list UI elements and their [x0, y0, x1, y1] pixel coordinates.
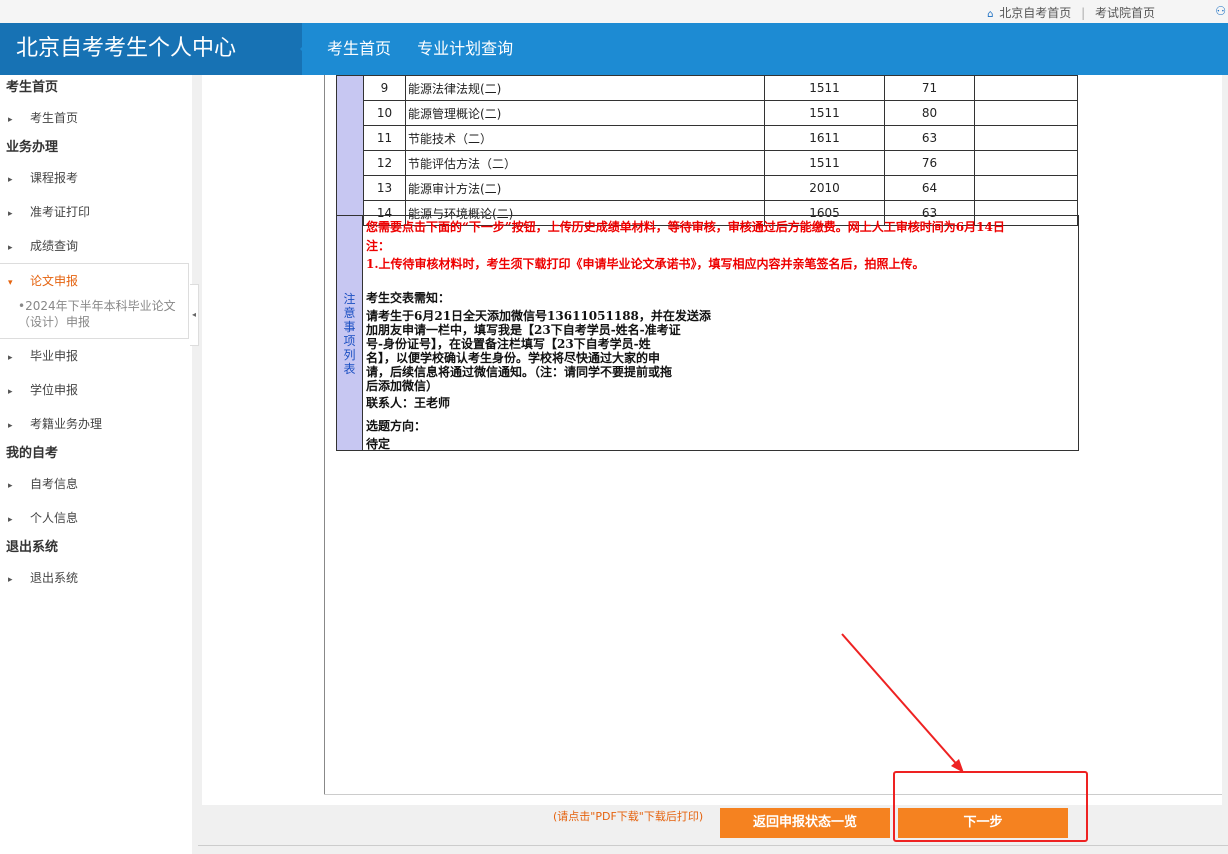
sidebar-section-business: 业务办理 — [6, 140, 59, 155]
remark-cell — [974, 150, 1078, 176]
sidebar: 考生首页 ▸ 考生首页 业务办理 ▸ 课程报考 ▸ 准考证打印 ▸ 成绩查询 ▾ 论文申报… — [0, 75, 192, 854]
remark-cell — [974, 75, 1078, 101]
link-beijing-zikao-home[interactable]: 北京自考首页 — [999, 6, 1071, 20]
grades-side-label — [336, 75, 364, 226]
topic-value: 待定 — [366, 437, 391, 451]
score-cell: 76 — [884, 150, 975, 176]
chevron-right-icon: ▸ — [8, 243, 13, 253]
notes-panel: 您需要点击下面的“下一步”按钮，上传历史成绩单材料，等待审核，审核通过后方能缴费… — [362, 215, 1079, 451]
course-name-cell: 能源法律法规(二) — [405, 75, 765, 101]
sidebar-section-exit: 退出系统 — [6, 540, 59, 555]
submission-body-line: 加朋友申请一栏中，填写我是【23下自考学员-姓名-准考证 — [366, 323, 681, 337]
course-number-cell: 10 — [363, 100, 406, 126]
link-exam-institute-home[interactable]: 考试院首页 — [1095, 6, 1155, 20]
sidebar-item-zikao-info[interactable]: ▸ 自考信息 — [0, 467, 192, 501]
sidebar-item-score-query[interactable]: ▸ 成绩查询 — [0, 229, 192, 263]
remark-cell — [974, 125, 1078, 151]
table-row: 11 节能技术（二） 1611 63 — [337, 125, 1078, 151]
submission-body: 请考生于6月21日全天添加微信号13611051188，并在发送添 加朋友申请一… — [366, 309, 711, 393]
user-icon[interactable]: ⚇ — [1215, 4, 1226, 18]
sidebar-active-group: ▾ 论文申报 •2024年下半年本科毕业论文（设计）申报 — [0, 263, 189, 339]
sidebar-item-logout[interactable]: ▸ 退出系统 — [0, 561, 192, 595]
grades-table: 9 能源法律法规(二) 1511 71 10 能源管理概论(二) 1511 80 11 节能技术（… — [336, 75, 1078, 226]
chevron-right-icon: ▸ — [8, 353, 13, 363]
course-number-cell: 12 — [363, 150, 406, 176]
chevron-down-icon: ▾ — [8, 278, 13, 288]
course-number-cell: 9 — [363, 75, 406, 101]
score-cell: 63 — [884, 125, 975, 151]
course-number-cell: 13 — [363, 175, 406, 201]
submission-body-line: 后添加微信） — [366, 379, 439, 393]
site-title: 北京自考考生个人中心 — [0, 23, 302, 75]
chevron-right-icon: ▸ — [8, 575, 13, 585]
chevron-right-icon: ▸ — [8, 175, 13, 185]
notice-line-1: 您需要点击下面的“下一步”按钮，上传历史成绩单材料，等待审核，审核通过后方能缴费… — [366, 220, 1005, 234]
notice-line-3: 1.上传待审核材料时，考生须下载打印《申请毕业论文承诺书》，填写相应内容并亲笔签… — [366, 257, 925, 271]
home-icon: ⌂ — [987, 9, 994, 20]
exam-session-cell: 1611 — [764, 125, 885, 151]
link-separator: | — [1081, 6, 1086, 20]
submission-body-line: 请，后续信息将通过微信通知。（注：请同学不要提前或拖 — [366, 365, 673, 379]
sidebar-item-admission-ticket[interactable]: ▸ 准考证打印 — [0, 195, 192, 229]
exam-session-cell: 1511 — [764, 100, 885, 126]
nav-student-home[interactable]: 考生首页 — [327, 39, 391, 58]
top-utility-bar: ⌂ 北京自考首页 | 考试院首页 ⚇ — [0, 0, 1228, 24]
sidebar-item-personal-info[interactable]: ▸ 个人信息 — [0, 501, 192, 535]
back-to-status-button[interactable]: 返回申报状态一览 — [720, 808, 890, 838]
sidebar-collapse-toggle[interactable]: ◂ — [190, 284, 199, 346]
sidebar-section-student-home: 考生首页 — [6, 80, 59, 95]
chevron-right-icon: ▸ — [8, 209, 13, 219]
sidebar-item-thesis-application[interactable]: ▾ 论文申报 — [0, 264, 188, 298]
next-step-button[interactable]: 下一步 — [898, 808, 1068, 838]
chevron-right-icon: ▸ — [8, 387, 13, 397]
remark-cell — [974, 175, 1078, 201]
table-row: 10 能源管理概论(二) 1511 80 — [337, 100, 1078, 126]
table-row: 12 节能评估方法（二） 1511 76 — [337, 150, 1078, 176]
course-name-cell: 节能评估方法（二） — [405, 150, 765, 176]
header: 北京自考考生个人中心 考生首页 专业计划查询 — [0, 23, 1228, 75]
content-bottom-divider — [324, 794, 1222, 795]
top-links: ⌂ 北京自考首页 | 考试院首页 — [987, 4, 1155, 21]
pdf-download-hint: (请点击"PDF下载"下载后打印) — [553, 810, 704, 823]
exam-session-cell: 1511 — [764, 150, 885, 176]
table-row: 13 能源审计方法(二) 2010 64 — [337, 175, 1078, 201]
submission-body-line: 请考生于6月21日全天添加微信号13611051188，并在发送添 — [366, 309, 711, 323]
chevron-right-icon: ▸ — [8, 481, 13, 491]
submission-heading: 考生交表需知： — [366, 291, 451, 305]
submission-body-line: 名】，以便学校确认考生身份。学校将尽快通过大家的申 — [366, 351, 661, 365]
remark-cell — [974, 100, 1078, 126]
score-cell: 64 — [884, 175, 975, 201]
sidebar-section-my-zikao: 我的自考 — [6, 446, 59, 461]
main-content: 9 能源法律法规(二) 1511 71 10 能源管理概论(二) 1511 80 11 节能技术（… — [202, 75, 1222, 805]
submission-body-line: 号-身份证号】，在设置备注栏填写【23下自考学员-姓 — [366, 337, 651, 351]
course-number-cell: 11 — [363, 125, 406, 151]
nav-major-plan-query[interactable]: 专业计划查询 — [417, 39, 513, 58]
notice-line-2: 注： — [366, 239, 391, 253]
footer-bar: (请点击"PDF下载"下载后打印) 返回申报状态一览 下一步 — [192, 805, 1228, 854]
brand-notch — [300, 41, 308, 57]
chevron-right-icon: ▸ — [8, 421, 13, 431]
sidebar-subitem-thesis-2024[interactable]: •2024年下半年本科毕业论文（设计）申报 — [0, 298, 188, 338]
main-nav: 考生首页 专业计划查询 — [327, 23, 535, 75]
course-name-cell: 能源管理概论(二) — [405, 100, 765, 126]
sidebar-item-degree-application[interactable]: ▸ 学位申报 — [0, 373, 192, 407]
sidebar-item-student-home[interactable]: ▸ 考生首页 — [0, 101, 192, 135]
topic-label: 选题方向： — [366, 419, 427, 433]
score-cell: 71 — [884, 75, 975, 101]
table-row: 9 能源法律法规(二) 1511 71 — [336, 75, 1078, 226]
course-name-cell: 能源审计方法(二) — [405, 175, 765, 201]
score-cell: 80 — [884, 100, 975, 126]
sidebar-item-registry-business[interactable]: ▸ 考籍业务办理 — [0, 407, 192, 441]
contact-person: 联系人：王老师 — [366, 396, 451, 410]
chevron-right-icon: ▸ — [8, 115, 13, 125]
footer-divider — [198, 845, 1228, 846]
sidebar-item-graduation-application[interactable]: ▸ 毕业申报 — [0, 339, 192, 373]
chevron-right-icon: ▸ — [8, 515, 13, 525]
notes-side-label: 注意事项列表 — [336, 215, 363, 451]
sidebar-item-course-registration[interactable]: ▸ 课程报考 — [0, 161, 192, 195]
content-divider — [324, 75, 325, 795]
course-name-cell: 节能技术（二） — [405, 125, 765, 151]
exam-session-cell: 1511 — [764, 75, 885, 101]
exam-session-cell: 2010 — [764, 175, 885, 201]
